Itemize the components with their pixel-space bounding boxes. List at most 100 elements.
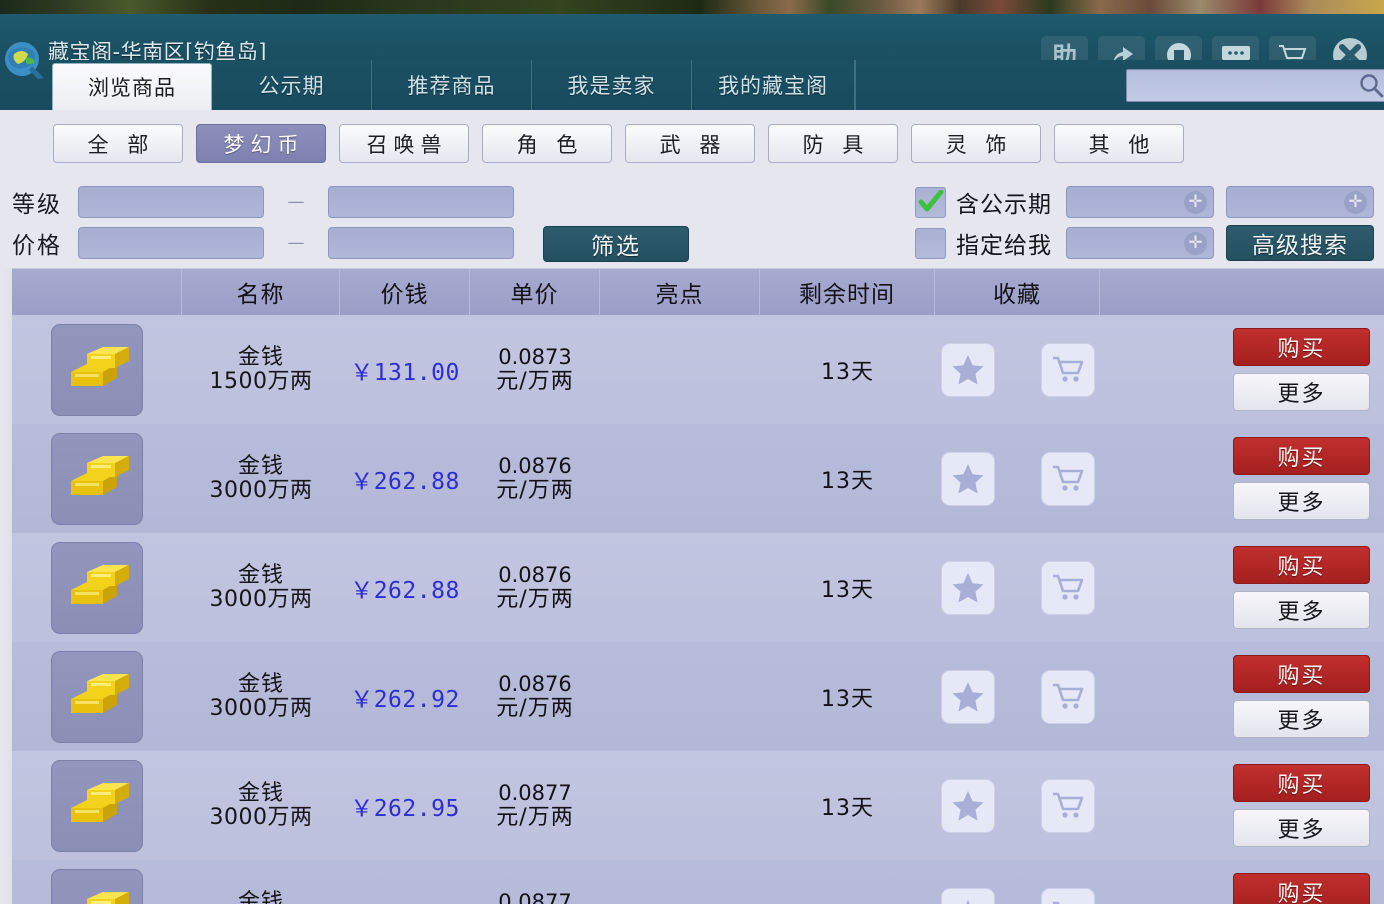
gold-bars-icon[interactable] bbox=[51, 324, 143, 416]
more-button[interactable]: 更多 bbox=[1233, 373, 1370, 411]
item-amount: 3000万两 bbox=[210, 588, 313, 611]
category-all[interactable]: 全 部 bbox=[53, 124, 183, 163]
tab-recommended-goods[interactable]: 推荐商品 bbox=[372, 60, 532, 110]
item-unitprice-value: 0.0876 bbox=[498, 563, 571, 587]
item-name-cell[interactable]: 金钱 3000万两 bbox=[182, 751, 340, 860]
cart-icon[interactable] bbox=[1041, 343, 1095, 397]
plus-icon[interactable]: ✛ bbox=[1184, 191, 1207, 214]
cart-icon[interactable] bbox=[1041, 888, 1095, 904]
plus-icon[interactable]: ✛ bbox=[1344, 191, 1367, 214]
server-select-b[interactable]: ✛ bbox=[1226, 186, 1374, 218]
level-filter-row: 等级 — bbox=[12, 185, 514, 219]
column-header-favorite[interactable]: 收藏 bbox=[935, 269, 1100, 315]
table-row[interactable]: 金钱 3000万两 ￥262.95 0.0877 元/万两 13天 bbox=[12, 751, 1384, 860]
item-price-cell: ￥262.88 bbox=[340, 533, 470, 642]
plus-icon[interactable]: ✛ bbox=[1184, 232, 1207, 255]
item-remaining-cell: 13天 bbox=[760, 642, 935, 751]
gold-bars-icon[interactable] bbox=[51, 542, 143, 634]
more-button[interactable]: 更多 bbox=[1233, 591, 1370, 629]
item-unitprice-value: 0.0876 bbox=[498, 454, 571, 478]
gold-bars-icon[interactable] bbox=[51, 651, 143, 743]
item-price-cell: ￥262.88 bbox=[340, 424, 470, 533]
price-max-input[interactable] bbox=[328, 227, 514, 259]
category-role[interactable]: 角 色 bbox=[482, 124, 612, 163]
item-name-cell[interactable]: 金钱 3000万两 bbox=[182, 533, 340, 642]
buy-button[interactable]: 购买 bbox=[1233, 655, 1370, 693]
item-highlight-cell bbox=[600, 860, 760, 904]
table-row[interactable]: 金钱 3000万两 ￥262.92 0.0876 元/万两 13天 bbox=[12, 642, 1384, 751]
tab-public-period[interactable]: 公示期 bbox=[212, 60, 372, 110]
item-name-cell[interactable]: 金钱 1500万两 bbox=[182, 315, 340, 424]
category-pet[interactable]: 召唤兽 bbox=[339, 124, 469, 163]
category-weapon[interactable]: 武 器 bbox=[625, 124, 755, 163]
category-dream-coin[interactable]: 梦幻币 bbox=[196, 124, 326, 163]
search-icon[interactable] bbox=[1359, 73, 1384, 102]
buy-button[interactable]: 购买 bbox=[1233, 437, 1370, 475]
more-button[interactable]: 更多 bbox=[1233, 700, 1370, 738]
table-header-row: 名称 价钱 单价 亮点 剩余时间 收藏 bbox=[12, 268, 1384, 315]
server-select-c[interactable]: ✛ bbox=[1066, 227, 1214, 259]
category-accessory[interactable]: 灵 饰 bbox=[911, 124, 1041, 163]
column-header-highlight[interactable]: 亮点 bbox=[600, 269, 760, 315]
more-button[interactable]: 更多 bbox=[1233, 482, 1370, 520]
item-actions-cell: 购买 更多 bbox=[1100, 642, 1384, 751]
category-other[interactable]: 其 他 bbox=[1054, 124, 1184, 163]
search-input[interactable] bbox=[1126, 69, 1384, 102]
cart-icon[interactable] bbox=[1041, 452, 1095, 506]
item-price: ￥262.95 bbox=[350, 789, 460, 823]
price-min-input[interactable] bbox=[78, 227, 264, 259]
tab-i-am-seller[interactable]: 我是卖家 bbox=[532, 60, 692, 110]
tab-bar-divider bbox=[855, 60, 856, 110]
price-range-separator: — bbox=[264, 233, 328, 253]
cart-icon[interactable] bbox=[1041, 779, 1095, 833]
item-icon-cell bbox=[12, 424, 182, 533]
item-unitprice-label: 元/万两 bbox=[496, 805, 573, 830]
more-button[interactable]: 更多 bbox=[1233, 809, 1370, 847]
level-min-input[interactable] bbox=[78, 186, 264, 218]
buy-button[interactable]: 购买 bbox=[1233, 546, 1370, 584]
tab-browse-goods[interactable]: 浏览商品 bbox=[52, 63, 212, 110]
filter-button[interactable]: 筛选 bbox=[543, 226, 689, 262]
game-background-strip bbox=[0, 0, 1384, 14]
star-icon[interactable] bbox=[941, 888, 995, 904]
item-unitprice-label: 元/万两 bbox=[496, 478, 573, 503]
server-select-a[interactable]: ✛ bbox=[1066, 186, 1214, 218]
price-filter-row: 价格 — bbox=[12, 226, 514, 260]
item-favorite-cell bbox=[935, 860, 1100, 904]
gold-bars-icon[interactable] bbox=[51, 433, 143, 525]
table-row[interactable]: 金钱 3000万两 ￥262.88 0.0876 元/万两 13天 bbox=[12, 424, 1384, 533]
star-icon[interactable] bbox=[941, 452, 995, 506]
assigned-to-me-checkbox[interactable] bbox=[915, 228, 946, 259]
gold-bars-icon[interactable] bbox=[51, 760, 143, 852]
gold-bars-icon[interactable] bbox=[51, 869, 143, 904]
tab-my-treasure[interactable]: 我的藏宝阁 bbox=[692, 60, 855, 110]
table-row[interactable]: 金钱 1500万两 ￥131.00 0.0873 元/万两 13天 bbox=[12, 315, 1384, 424]
star-icon[interactable] bbox=[941, 779, 995, 833]
public-period-row: 含公示期 ✛ ✛ bbox=[915, 185, 1374, 219]
item-name-cell[interactable]: 金钱 3000万两 bbox=[182, 642, 340, 751]
star-icon[interactable] bbox=[941, 561, 995, 615]
item-remaining: 13天 bbox=[821, 681, 874, 713]
table-row[interactable]: 金钱 3000万两 ￥262.97 0.0877 元/万两 13天 bbox=[12, 860, 1384, 904]
column-header-unitprice[interactable]: 单价 bbox=[470, 269, 600, 315]
public-period-checkbox[interactable] bbox=[915, 187, 946, 218]
category-armor[interactable]: 防 具 bbox=[768, 124, 898, 163]
column-header-remaining[interactable]: 剩余时间 bbox=[760, 269, 935, 315]
level-max-input[interactable] bbox=[328, 186, 514, 218]
item-price: ￥262.88 bbox=[350, 462, 460, 496]
title-bar: 藏宝阁-华南区[钓鱼岛] 助 bbox=[0, 14, 1384, 63]
buy-button[interactable]: 购买 bbox=[1233, 328, 1370, 366]
column-header-name[interactable]: 名称 bbox=[182, 269, 340, 315]
item-name-cell[interactable]: 金钱 3000万两 bbox=[182, 424, 340, 533]
buy-button[interactable]: 购买 bbox=[1233, 764, 1370, 802]
star-icon[interactable] bbox=[941, 670, 995, 724]
buy-button[interactable]: 购买 bbox=[1233, 873, 1370, 904]
cart-icon[interactable] bbox=[1041, 670, 1095, 724]
column-header-price[interactable]: 价钱 bbox=[340, 269, 470, 315]
item-name-cell[interactable]: 金钱 3000万两 bbox=[182, 860, 340, 904]
cart-icon[interactable] bbox=[1041, 561, 1095, 615]
advanced-search-button[interactable]: 高级搜索 bbox=[1226, 225, 1374, 261]
table-row[interactable]: 金钱 3000万两 ￥262.88 0.0876 元/万两 13天 bbox=[12, 533, 1384, 642]
item-remaining-cell: 13天 bbox=[760, 424, 935, 533]
star-icon[interactable] bbox=[941, 343, 995, 397]
